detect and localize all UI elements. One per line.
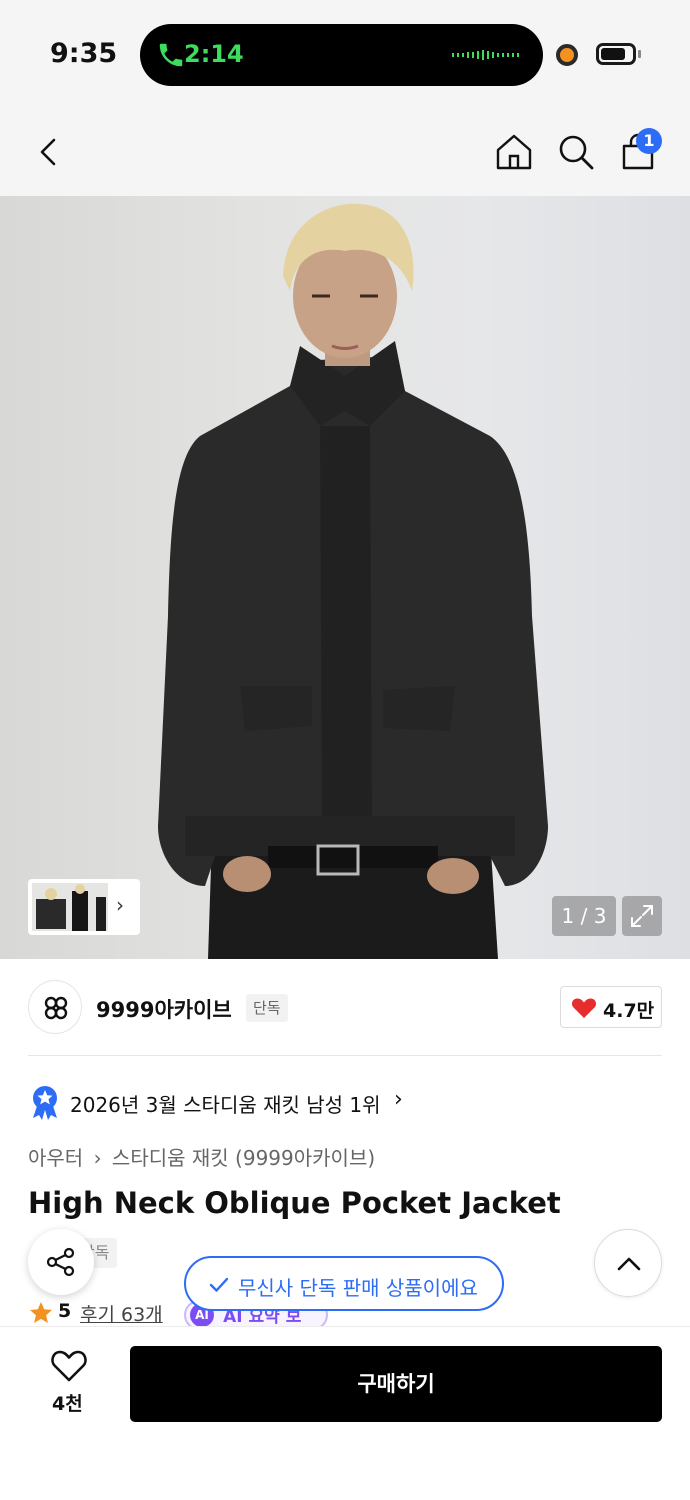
expand-button[interactable] xyxy=(622,896,662,936)
heart-outline-icon[interactable] xyxy=(50,1349,88,1383)
brand-like-count: 4.7만 xyxy=(603,1000,655,1022)
wishlist-count: 4천 xyxy=(52,1393,83,1415)
chevron-up-icon xyxy=(617,1257,641,1271)
status-time: 9:35 xyxy=(50,38,118,69)
rating-score: 5 xyxy=(58,1300,72,1322)
breadcrumb-subcategory[interactable]: 스타디움 재킷 (9999아카이브) xyxy=(112,1146,375,1170)
product-title: High Neck Oblique Pocket Jacket xyxy=(28,1186,561,1220)
brand-logo-icon xyxy=(44,996,68,1020)
breadcrumb-category[interactable]: 아우터 xyxy=(28,1146,83,1170)
call-duration: 2:14 xyxy=(184,40,244,68)
recording-indicator-icon xyxy=(556,44,578,66)
image-page-counter: 1 / 3 xyxy=(552,896,616,936)
thumbnail-strip[interactable]: › xyxy=(28,879,140,935)
product-image-gallery[interactable]: › 1 / 3 xyxy=(0,196,690,959)
exclusive-toast: 무신사 단독 판매 상품이에요 xyxy=(184,1256,504,1311)
check-icon xyxy=(209,1277,229,1292)
product-photo xyxy=(158,203,548,959)
top-nav-bar xyxy=(0,110,690,196)
status-bar: 9:35 2:14 xyxy=(0,0,690,110)
toast-text: 무신사 단독 판매 상품이에요 xyxy=(238,1276,478,1300)
divider xyxy=(28,1055,662,1056)
expand-icon xyxy=(631,905,653,927)
breadcrumb: 아우터 › 스타디움 재킷 (9999아카이브) xyxy=(28,1142,375,1171)
heart-filled-icon xyxy=(571,998,597,1018)
ranking-badge-icon xyxy=(33,1086,57,1120)
scroll-to-top-button[interactable] xyxy=(594,1229,662,1297)
cart-count-badge: 1 xyxy=(636,128,662,154)
battery-icon xyxy=(596,43,636,65)
share-button[interactable] xyxy=(28,1229,94,1295)
brand-like-button[interactable]: 4.7만 xyxy=(560,986,662,1028)
thumbnail-image[interactable] xyxy=(32,883,108,931)
brand-logo[interactable] xyxy=(28,980,82,1034)
chevron-right-icon: › xyxy=(116,893,124,917)
search-icon[interactable] xyxy=(554,130,598,174)
chevron-right-icon: › xyxy=(394,1087,403,1112)
brand-name[interactable]: 9999아카이브 xyxy=(96,994,232,1024)
breadcrumb-separator-icon: › xyxy=(93,1146,102,1170)
review-count-link[interactable]: 후기 63개 xyxy=(80,1300,163,1326)
battery-tip xyxy=(638,50,641,58)
bottom-action-bar: 4천 구매하기 xyxy=(0,1326,690,1500)
back-arrow-icon[interactable] xyxy=(26,130,70,174)
exclusive-tag: 단독 xyxy=(246,994,288,1022)
share-icon xyxy=(46,1247,75,1277)
buy-button[interactable]: 구매하기 xyxy=(130,1346,662,1422)
phone-icon xyxy=(159,43,183,67)
audio-wave-icon xyxy=(452,50,519,60)
dynamic-island[interactable]: 2:14 xyxy=(140,24,543,86)
ranking-text[interactable]: 2026년 3월 스타디움 재킷 남성 1위 xyxy=(70,1089,381,1118)
home-icon[interactable] xyxy=(492,130,536,174)
star-icon xyxy=(30,1302,52,1323)
